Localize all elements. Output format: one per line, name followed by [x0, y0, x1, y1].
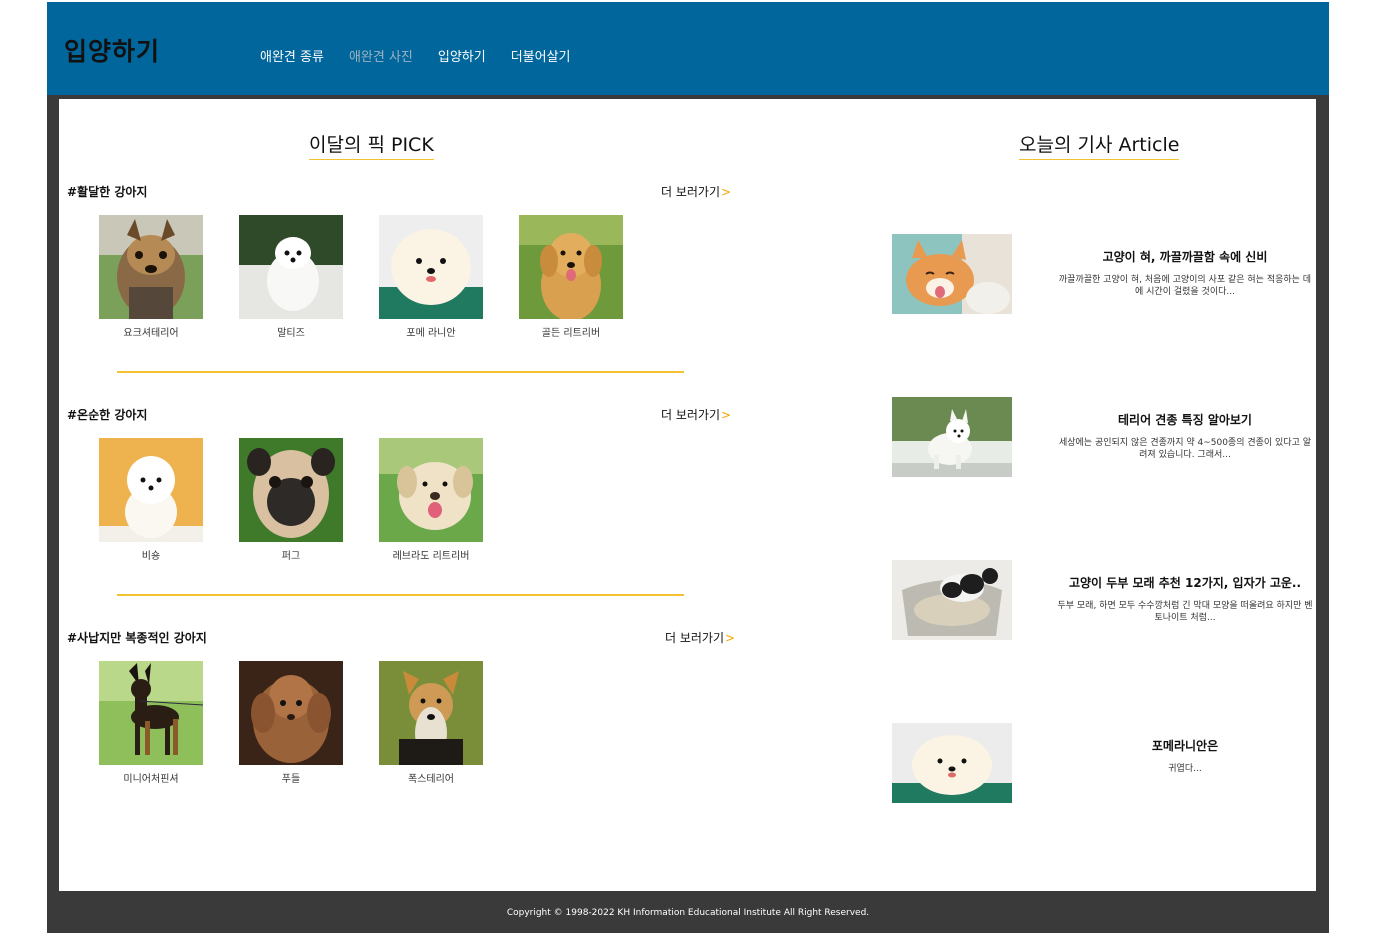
- dog-name: 말티즈: [277, 328, 305, 339]
- dog-name: 골든 리트리버: [541, 328, 601, 339]
- bichon-photo: [99, 438, 203, 542]
- article-title: 고양이 두부 모래 추천 12가지, 입자가 고운..: [1068, 576, 1302, 590]
- pomeranian-photo: [379, 215, 483, 319]
- article-title: 테리어 견종 특징 알아보기: [1118, 413, 1252, 427]
- dog-card-golden-retriever[interactable]: 골든 리트리버: [519, 215, 623, 339]
- dog-name: 요크셔테리어: [123, 328, 179, 339]
- page-frame: 입양하기 애완견 종류 애완견 사진 입양하기 더불어살기 이달의 픽 PICK…: [47, 2, 1329, 933]
- fox-terrier-photo: [379, 661, 483, 765]
- pick-section-title: 이달의 픽 PICK: [309, 130, 434, 160]
- dog-card-bichon[interactable]: 비숑: [99, 438, 203, 562]
- nav-item-dog-photos[interactable]: 애완견 사진: [349, 46, 413, 65]
- divider: [117, 371, 684, 373]
- article-section-title: 오늘의 기사 Article: [1019, 130, 1180, 160]
- article-title: 포메라니안은: [1151, 739, 1219, 753]
- more-link-fierce[interactable]: 더 보러가기>: [665, 629, 735, 646]
- article-summary: 두부 모래, 하면 모두 수수깡처럼 긴 막대 모양을 떠올려요 하지만 벤토나…: [1057, 601, 1313, 623]
- more-link-gentle[interactable]: 더 보러가기>: [661, 406, 731, 423]
- article-item[interactable]: 포메라니안은 귀엽다...: [892, 723, 1317, 803]
- dog-name: 푸들: [281, 774, 301, 785]
- article-summary: 귀엽다...: [1168, 764, 1202, 774]
- article-item[interactable]: 고양이 두부 모래 추천 12가지, 입자가 고운.. 두부 모래, 하면 모두…: [892, 560, 1317, 640]
- cat-licking-photo: [892, 234, 1012, 314]
- dog-card-poodle[interactable]: 푸들: [239, 661, 343, 785]
- main-content: 이달의 픽 PICK #활달한 강아지 더 보러가기> 요크셔테리어 말티즈 포…: [59, 99, 1316, 891]
- chevron-right-icon: >: [721, 408, 732, 422]
- dog-card-labrador-retriever[interactable]: 레브라도 리트리버: [379, 438, 483, 562]
- maltese-photo: [239, 215, 343, 319]
- dog-card-pug[interactable]: 퍼그: [239, 438, 343, 562]
- dog-card-maltese[interactable]: 말티즈: [239, 215, 343, 339]
- dog-name: 미니어처핀셔: [123, 774, 179, 785]
- dog-card-yorkshire-terrier[interactable]: 요크셔테리어: [99, 215, 203, 339]
- nav-item-dog-breeds[interactable]: 애완견 종류: [260, 46, 324, 65]
- golden-retriever-photo: [519, 215, 623, 319]
- article-title: 고양이 혀, 까끌까끌함 속에 신비: [1102, 250, 1268, 264]
- yorkshire-terrier-photo: [99, 215, 203, 319]
- article-summary: 까끌까끌한 고양이 혀, 처음에 고양이의 사포 같은 혀는 적응하는 데에 시…: [1058, 275, 1312, 297]
- article-summary: 세상에는 공인되지 않은 견종까지 약 4~500종의 견종이 있다고 알려져 …: [1058, 438, 1312, 460]
- dog-name: 폭스테리어: [408, 774, 454, 785]
- main-nav: 애완견 종류 애완견 사진 입양하기 더불어살기: [260, 46, 596, 65]
- more-link-label: 더 보러가기: [661, 185, 721, 199]
- dog-name: 비숑: [141, 551, 161, 562]
- site-logo[interactable]: 입양하기: [64, 32, 160, 68]
- chevron-right-icon: >: [721, 185, 732, 199]
- dog-name: 포메 라니안: [406, 328, 456, 339]
- chevron-right-icon: >: [725, 631, 736, 645]
- pomeranian-photo: [892, 723, 1012, 803]
- nav-item-adoption[interactable]: 입양하기: [438, 46, 486, 65]
- article-item[interactable]: 고양이 혀, 까끌까끌함 속에 신비 까끌까끌한 고양이 혀, 처음에 고양이의…: [892, 234, 1317, 314]
- divider: [117, 594, 684, 596]
- westie-photo: [892, 397, 1012, 477]
- footer-copyright: Copyright © 1998-2022 KH Information Edu…: [506, 908, 870, 918]
- more-link-label: 더 보러가기: [661, 408, 721, 422]
- article-item[interactable]: 테리어 견종 특징 알아보기 세상에는 공인되지 않은 견종까지 약 4~500…: [892, 397, 1317, 477]
- dog-card-fox-terrier[interactable]: 폭스테리어: [379, 661, 483, 785]
- more-link-label: 더 보러가기: [665, 631, 725, 645]
- dog-name: 퍼그: [281, 551, 301, 562]
- nav-item-together[interactable]: 더불어살기: [511, 46, 571, 65]
- dog-card-pomeranian[interactable]: 포메 라니안: [379, 215, 483, 339]
- category-title-gentle: #온순한 강아지: [67, 408, 148, 422]
- dog-card-miniature-pinscher[interactable]: 미니어처핀셔: [99, 661, 203, 785]
- more-link-active[interactable]: 더 보러가기>: [661, 183, 731, 200]
- header: 입양하기 애완견 종류 애완견 사진 입양하기 더불어살기: [47, 2, 1329, 95]
- cat-litter-photo: [892, 560, 1012, 640]
- miniature-pinscher-photo: [99, 661, 203, 765]
- category-title-fierce: #사납지만 복종적인 강아지: [67, 631, 207, 645]
- pug-photo: [239, 438, 343, 542]
- labrador-retriever-photo: [379, 438, 483, 542]
- poodle-photo: [239, 661, 343, 765]
- category-title-active: #활달한 강아지: [67, 185, 148, 199]
- dog-name: 레브라도 리트리버: [392, 551, 470, 562]
